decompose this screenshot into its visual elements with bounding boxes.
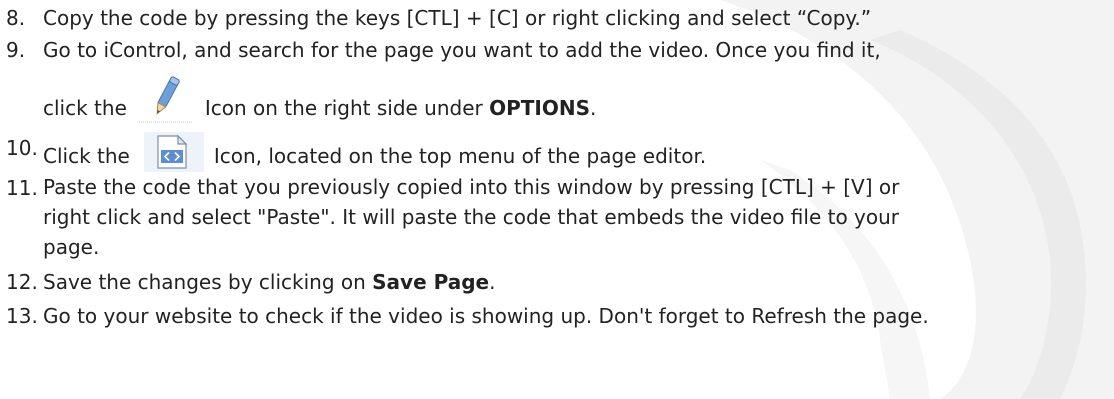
item-number: 10.: [6, 136, 38, 160]
item-text: Icon, located on the top menu of the pag…: [213, 144, 707, 168]
instruction-list: 8. Copy the code by pressing the keys [C…: [0, 0, 1114, 332]
list-item: 13. Go to your website to check if the v…: [0, 300, 1114, 332]
pencil-icon: [135, 72, 197, 124]
item-text: Icon on the right side under: [204, 96, 483, 120]
html-source-icon: [143, 132, 204, 172]
item-number: 11.: [6, 176, 38, 200]
options-label: OPTIONS: [489, 96, 590, 120]
item-text: click the: [43, 96, 127, 120]
item-text-line: Paste the code that you previously copie…: [43, 175, 900, 199]
item-text: Click the: [43, 144, 130, 168]
list-item: 12. Save the changes by clicking on Save…: [0, 266, 1114, 298]
item-text: Go to iControl, and search for the page …: [43, 38, 881, 62]
list-item: 11. Paste the code that you previously c…: [0, 172, 1114, 262]
list-item: 9. Go to iControl, and search for the pa…: [0, 34, 1114, 124]
item-text: Save the changes by clicking on: [43, 270, 366, 294]
item-number: 9.: [6, 38, 26, 62]
list-item: 10. Click the Icon, located on the top m…: [0, 132, 1114, 172]
item-number: 8.: [6, 6, 26, 30]
item-text-wrap: Save the changes by clicking on Save Pag…: [43, 266, 1114, 298]
item-number: 12.: [6, 270, 38, 294]
item-icon-line: Click the Icon, located on the top menu …: [43, 132, 1114, 172]
list-item: 8. Copy the code by pressing the keys [C…: [0, 2, 1114, 34]
item-text-end: .: [489, 270, 496, 294]
item-text-line: page.: [43, 235, 100, 259]
item-text-line: right click and select "Paste". It will …: [43, 205, 900, 229]
item-number: 13.: [6, 304, 38, 328]
save-page-label: Save Page: [372, 270, 490, 294]
item-icon-line: click the Icon on the right side under O…: [43, 72, 1114, 124]
item-text: Go to your website to check if the video…: [43, 304, 929, 328]
item-text-end: .: [590, 96, 597, 120]
item-text: Copy the code by pressing the keys [CTL]…: [43, 6, 872, 30]
